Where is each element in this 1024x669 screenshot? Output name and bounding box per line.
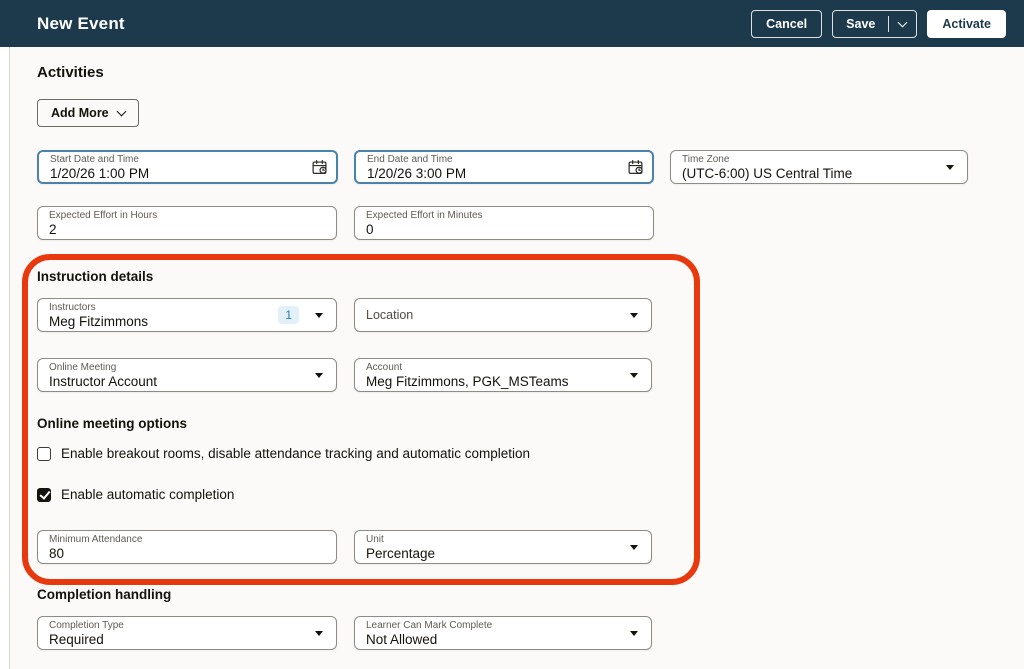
effort-minutes-label: Expected Effort in Minutes [366, 210, 642, 222]
start-date-label: Start Date and Time [50, 154, 325, 166]
end-date-value: 1/20/26 3:00 PM [367, 166, 641, 181]
unit-value: Percentage [366, 546, 640, 561]
learner-can-mark-complete-value: Not Allowed [366, 632, 640, 647]
completion-type-label: Completion Type [49, 620, 325, 632]
caret-down-icon[interactable] [946, 165, 954, 170]
activities-heading: Activities [37, 64, 104, 81]
caret-down-icon[interactable] [630, 373, 638, 378]
checkbox-icon[interactable] [37, 488, 51, 502]
minimum-attendance-label: Minimum Attendance [49, 534, 325, 546]
cancel-button[interactable]: Cancel [751, 10, 822, 38]
unit-field[interactable]: Unit Percentage [354, 530, 652, 564]
completion-type-field[interactable]: Completion Type Required [37, 616, 337, 650]
learner-can-mark-complete-field[interactable]: Learner Can Mark Complete Not Allowed [354, 616, 652, 650]
caret-down-icon[interactable] [315, 313, 323, 318]
caret-down-icon[interactable] [315, 373, 323, 378]
effort-hours-label: Expected Effort in Hours [49, 210, 325, 222]
caret-down-icon[interactable] [630, 631, 638, 636]
instructors-field[interactable]: Instructors Meg Fitzimmons 1 [37, 298, 337, 332]
save-menu-button[interactable] [888, 16, 916, 32]
location-field[interactable]: Location [354, 298, 652, 332]
effort-hours-field[interactable]: Expected Effort in Hours 2 [37, 206, 337, 240]
effort-minutes-value: 0 [366, 222, 642, 237]
unit-label: Unit [366, 534, 640, 546]
add-more-label: Add More [51, 106, 109, 120]
header-bar: New Event Cancel Save Activate [0, 0, 1024, 47]
effort-minutes-field[interactable]: Expected Effort in Minutes 0 [354, 206, 654, 240]
automatic-completion-checkbox-row[interactable]: Enable automatic completion [37, 487, 234, 502]
start-date-field[interactable]: Start Date and Time 1/20/26 1:00 PM [37, 150, 338, 184]
time-zone-value: (UTC-6:00) US Central Time [682, 166, 956, 181]
account-label: Account [366, 362, 640, 374]
save-button[interactable]: Save [833, 11, 888, 37]
online-meeting-value: Instructor Account [49, 374, 325, 389]
checkbox-icon[interactable] [37, 447, 51, 461]
add-more-button[interactable]: Add More [37, 99, 139, 127]
online-meeting-options-heading: Online meeting options [37, 416, 187, 431]
header-actions: Cancel Save Activate [751, 10, 1006, 38]
completion-type-value: Required [49, 632, 325, 647]
minimum-attendance-value: 80 [49, 546, 325, 561]
calendar-clock-icon[interactable] [627, 159, 644, 176]
caret-down-icon[interactable] [630, 313, 638, 318]
time-zone-field[interactable]: Time Zone (UTC-6:00) US Central Time [670, 150, 968, 184]
caret-down-icon[interactable] [630, 545, 638, 550]
learner-can-mark-complete-label: Learner Can Mark Complete [366, 620, 640, 632]
instruction-details-heading: Instruction details [37, 269, 153, 284]
chevron-down-icon [898, 17, 908, 27]
save-split-button: Save [832, 10, 917, 38]
effort-hours-value: 2 [49, 222, 325, 237]
calendar-clock-icon[interactable] [311, 159, 328, 176]
online-meeting-label: Online Meeting [49, 362, 325, 374]
account-value: Meg Fitzimmons, PGK_MSTeams [366, 374, 640, 389]
start-date-value: 1/20/26 1:00 PM [50, 166, 325, 181]
breakout-rooms-checkbox-row[interactable]: Enable breakout rooms, disable attendanc… [37, 446, 530, 461]
online-meeting-field[interactable]: Online Meeting Instructor Account [37, 358, 337, 392]
minimum-attendance-field[interactable]: Minimum Attendance 80 [37, 530, 337, 564]
time-zone-label: Time Zone [682, 154, 956, 166]
instructor-count-badge: 1 [278, 306, 299, 324]
breakout-rooms-checkbox-label: Enable breakout rooms, disable attendanc… [61, 446, 530, 461]
chevron-down-icon [116, 107, 126, 117]
automatic-completion-checkbox-label: Enable automatic completion [61, 487, 234, 502]
caret-down-icon[interactable] [315, 631, 323, 636]
end-date-label: End Date and Time [367, 154, 641, 166]
page-title: New Event [37, 14, 125, 34]
location-label: Location [366, 308, 640, 322]
account-field[interactable]: Account Meg Fitzimmons, PGK_MSTeams [354, 358, 652, 392]
end-date-field[interactable]: End Date and Time 1/20/26 3:00 PM [354, 150, 654, 184]
activate-button[interactable]: Activate [927, 10, 1006, 38]
completion-handling-heading: Completion handling [37, 587, 171, 602]
